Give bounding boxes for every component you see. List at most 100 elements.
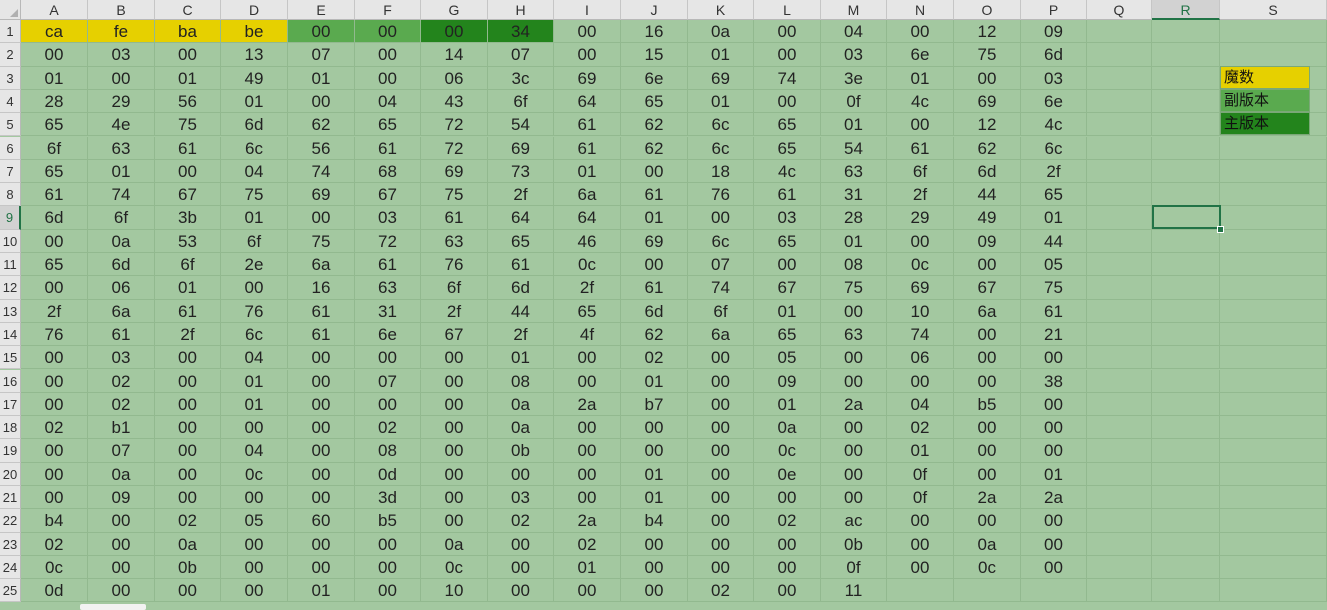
cell-H9[interactable]: 64: [488, 206, 554, 230]
cell-J16[interactable]: 01: [621, 369, 688, 393]
cell-P14[interactable]: 21: [1021, 322, 1087, 347]
cell-A5[interactable]: 65: [21, 113, 88, 137]
cell-K15[interactable]: 00: [688, 346, 754, 370]
cell-Q9[interactable]: [1087, 206, 1152, 230]
row-header-15[interactable]: 15: [0, 346, 21, 370]
cell-S12[interactable]: [1220, 276, 1327, 300]
cell-A11[interactable]: 65: [21, 253, 88, 277]
row-header-5[interactable]: 5: [0, 113, 21, 137]
cell-L7[interactable]: 4c: [754, 159, 821, 184]
cell-A14[interactable]: 76: [21, 322, 88, 347]
cell-O2[interactable]: 75: [954, 43, 1021, 67]
cell-C14[interactable]: 2f: [155, 322, 221, 347]
cell-I23[interactable]: 02: [554, 532, 621, 556]
cell-F9[interactable]: 03: [355, 206, 421, 230]
cell-M7[interactable]: 63: [821, 159, 887, 184]
cell-O9[interactable]: 49: [954, 206, 1021, 230]
cell-P5[interactable]: 4c: [1021, 113, 1087, 137]
cell-J8[interactable]: 61: [621, 183, 688, 207]
cell-D12[interactable]: 00: [221, 276, 288, 300]
cell-D3[interactable]: 49: [221, 66, 288, 90]
cell-G24[interactable]: 0c: [421, 555, 488, 580]
cell-C20[interactable]: 00: [155, 462, 221, 486]
column-header-Q[interactable]: Q: [1087, 0, 1152, 20]
cell-H23[interactable]: 00: [488, 532, 554, 556]
cell-J15[interactable]: 02: [621, 346, 688, 370]
cell-A21[interactable]: 00: [21, 486, 88, 510]
cell-N12[interactable]: 69: [887, 276, 954, 300]
cell-M11[interactable]: 08: [821, 253, 887, 277]
cell-J9[interactable]: 01: [621, 206, 688, 230]
cell-N14[interactable]: 74: [887, 322, 954, 347]
row-header-17[interactable]: 17: [0, 392, 21, 417]
cell-R13[interactable]: [1152, 299, 1220, 323]
cell-J1[interactable]: 16: [621, 20, 688, 44]
cell-S2[interactable]: [1220, 43, 1327, 67]
cell-O23[interactable]: 0a: [954, 532, 1021, 556]
cell-I3[interactable]: 69: [554, 66, 621, 90]
cell-C19[interactable]: 00: [155, 439, 221, 463]
cell-F10[interactable]: 72: [355, 229, 421, 253]
cell-B17[interactable]: 02: [88, 392, 155, 417]
cell-N20[interactable]: 0f: [887, 462, 954, 486]
cell-O3[interactable]: 00: [954, 66, 1021, 90]
cell-M9[interactable]: 28: [821, 206, 887, 230]
cell-O20[interactable]: 00: [954, 462, 1021, 486]
cell-L22[interactable]: 02: [754, 509, 821, 533]
cell-J12[interactable]: 61: [621, 276, 688, 300]
cell-F24[interactable]: 00: [355, 555, 421, 580]
row-header-2[interactable]: 2: [0, 43, 21, 67]
cell-I4[interactable]: 64: [554, 89, 621, 114]
cell-C24[interactable]: 0b: [155, 555, 221, 580]
cell-R1[interactable]: [1152, 20, 1220, 44]
cell-O1[interactable]: 12: [954, 20, 1021, 44]
cell-B24[interactable]: 00: [88, 555, 155, 580]
cell-L2[interactable]: 00: [754, 43, 821, 67]
cell-A23[interactable]: 02: [21, 532, 88, 556]
cell-F5[interactable]: 65: [355, 113, 421, 137]
cell-F12[interactable]: 63: [355, 276, 421, 300]
cell-F13[interactable]: 31: [355, 299, 421, 323]
cell-B10[interactable]: 0a: [88, 229, 155, 253]
cell-Q3[interactable]: [1087, 66, 1152, 90]
cell-D2[interactable]: 13: [221, 43, 288, 67]
cell-O8[interactable]: 44: [954, 183, 1021, 207]
cell-S10[interactable]: [1220, 229, 1327, 253]
cell-K12[interactable]: 74: [688, 276, 754, 300]
cell-O18[interactable]: 00: [954, 416, 1021, 440]
cell-R8[interactable]: [1152, 183, 1220, 207]
cell-I10[interactable]: 46: [554, 229, 621, 253]
cell-G17[interactable]: 00: [421, 392, 488, 417]
cell-E2[interactable]: 07: [288, 43, 355, 67]
cell-L19[interactable]: 0c: [754, 439, 821, 463]
cell-S21[interactable]: [1220, 486, 1327, 510]
cell-F17[interactable]: 00: [355, 392, 421, 417]
cell-E13[interactable]: 61: [288, 299, 355, 323]
cell-I13[interactable]: 65: [554, 299, 621, 323]
cell-R23[interactable]: [1152, 532, 1220, 556]
cell-F16[interactable]: 07: [355, 369, 421, 393]
cell-N9[interactable]: 29: [887, 206, 954, 230]
column-header-H[interactable]: H: [488, 0, 554, 20]
cell-A9[interactable]: 6d: [21, 206, 88, 230]
cell-B7[interactable]: 01: [88, 159, 155, 184]
cell-H18[interactable]: 0a: [488, 416, 554, 440]
cell-S6[interactable]: [1220, 136, 1327, 160]
cell-C10[interactable]: 53: [155, 229, 221, 253]
cell-I16[interactable]: 00: [554, 369, 621, 393]
cell-O24[interactable]: 0c: [954, 555, 1021, 580]
cell-L4[interactable]: 00: [754, 89, 821, 114]
cell-K25[interactable]: 02: [688, 579, 754, 603]
cell-D1[interactable]: be: [221, 20, 288, 44]
cell-K7[interactable]: 18: [688, 159, 754, 184]
cell-G2[interactable]: 14: [421, 43, 488, 67]
cell-J7[interactable]: 00: [621, 159, 688, 184]
cell-S20[interactable]: [1220, 462, 1327, 486]
cell-B9[interactable]: 6f: [88, 206, 155, 230]
cell-P25[interactable]: [1021, 579, 1087, 603]
cell-G3[interactable]: 06: [421, 66, 488, 90]
cell-B11[interactable]: 6d: [88, 253, 155, 277]
cell-J21[interactable]: 01: [621, 486, 688, 510]
cell-S22[interactable]: [1220, 509, 1327, 533]
cell-J25[interactable]: 00: [621, 579, 688, 603]
